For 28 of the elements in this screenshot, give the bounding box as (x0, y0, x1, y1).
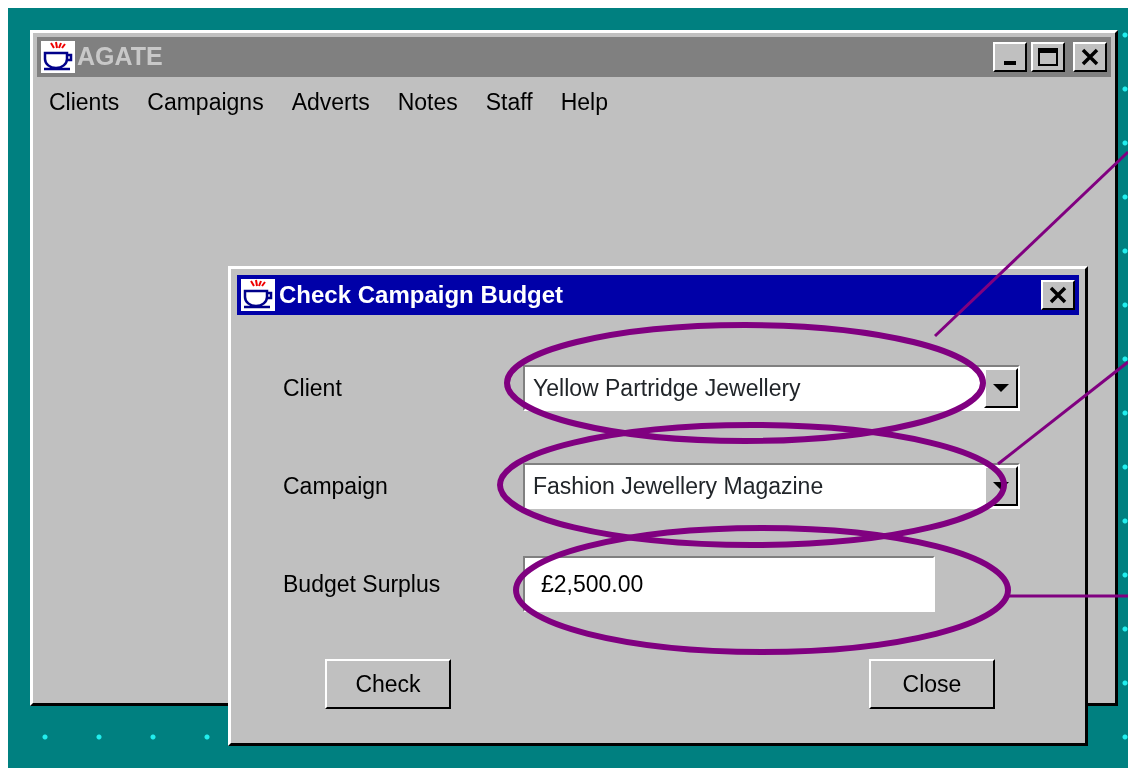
dropdown-arrow-icon (992, 383, 1010, 393)
coffee-cup-icon (241, 279, 275, 311)
menu-item[interactable]: Campaigns (147, 85, 264, 120)
dropdown[interactable]: Fashion Jewellery Magazine (523, 463, 1020, 509)
menu-item[interactable]: Staff (485, 85, 533, 120)
dialog-button[interactable]: Check (325, 659, 451, 709)
input-field[interactable]: £2,500.00 (523, 556, 935, 612)
menu-item[interactable]: Help (560, 85, 608, 120)
coffee-cup-icon (41, 41, 75, 73)
close-button[interactable] (1073, 42, 1107, 72)
dialog-title: Check Campaign Budget (279, 280, 564, 310)
dropdown-arrow-icon (992, 481, 1010, 491)
menu-item[interactable]: Notes (397, 85, 458, 120)
close-icon (1048, 286, 1068, 304)
maximize-icon (1037, 47, 1059, 67)
window-title: AGATE (77, 41, 163, 73)
dialog-button[interactable]: Close (869, 659, 995, 709)
maximize-button[interactable] (1031, 42, 1065, 72)
close-button[interactable] (1041, 280, 1075, 310)
field-label: Client (283, 373, 343, 403)
field-label: Budget Surplus (283, 569, 442, 599)
minimize-button[interactable] (993, 42, 1027, 72)
menu-item[interactable]: Clients (49, 85, 120, 120)
dropdown[interactable]: Yellow Partridge Jewellery (523, 365, 1020, 411)
close-icon (1080, 48, 1100, 66)
minimize-icon (1004, 61, 1016, 65)
menu-item[interactable]: Adverts (291, 85, 370, 120)
field-label: Campaign (283, 471, 389, 501)
